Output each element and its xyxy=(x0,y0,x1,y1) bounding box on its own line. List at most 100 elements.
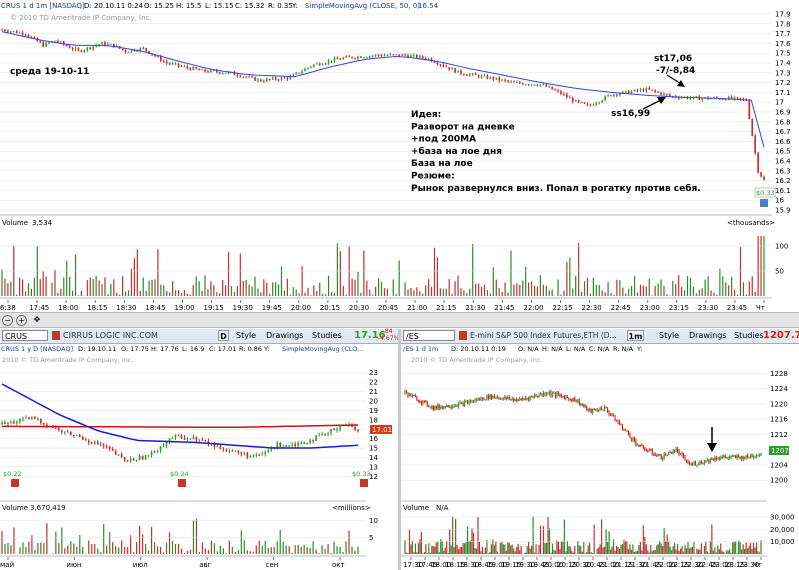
top-candle xyxy=(207,71,209,73)
zoom-out-icon[interactable]: − xyxy=(2,315,13,326)
top-candle xyxy=(736,97,739,99)
es-candle xyxy=(437,405,439,409)
es-candle xyxy=(618,422,621,425)
dly-y-tick: 23 xyxy=(369,369,378,377)
es-candle xyxy=(626,430,628,432)
top-volume-bar xyxy=(77,295,80,296)
es-studies-button[interactable]: Studies xyxy=(734,330,764,342)
top-volume-bar xyxy=(1,269,3,296)
dividend-icon[interactable] xyxy=(360,479,368,487)
daily-symbol-input[interactable]: CRUS xyxy=(2,330,48,341)
daily-studies-button[interactable]: Studies xyxy=(312,330,342,342)
daily-style-button[interactable]: Style xyxy=(236,330,256,342)
es-chart[interactable]: /ES 1 d 1m D: 20.10.11 0:19 O: N/A H: N/… xyxy=(401,344,799,570)
dly-candle xyxy=(192,436,195,439)
daily-period-button[interactable]: D xyxy=(218,330,229,341)
es-drawings-button[interactable]: Drawings xyxy=(689,330,726,342)
top-candle xyxy=(530,84,533,86)
es-candle xyxy=(687,461,689,463)
dly-volume-bar xyxy=(79,535,81,554)
top-candle xyxy=(510,81,512,83)
top-scrollbar[interactable]: − + ✥ xyxy=(0,312,799,328)
es-candle xyxy=(523,398,525,400)
top-candle xyxy=(68,46,71,49)
dly-candle xyxy=(55,427,57,429)
top-volume-bar xyxy=(710,290,712,296)
es-candle xyxy=(742,456,744,460)
dly-candle xyxy=(228,450,231,452)
es-volume-bar xyxy=(676,544,679,554)
top-candle xyxy=(410,55,412,58)
es-symbol-input[interactable]: /ES xyxy=(403,330,455,341)
top-watermark: © 2010 TD Ameritrade IP Company, Inc. xyxy=(10,14,152,22)
st-label: st17,06 xyxy=(654,54,692,64)
top-candle xyxy=(348,56,350,58)
es-volume-bar xyxy=(580,546,582,554)
es-volume-bar xyxy=(437,541,439,554)
zoom-in-icon[interactable]: + xyxy=(16,315,27,326)
dividend-label: $0.24 xyxy=(170,470,189,478)
dly-candle xyxy=(201,439,204,441)
es-candle xyxy=(650,449,652,451)
es-candle xyxy=(449,407,451,409)
es-candle xyxy=(528,398,530,400)
dly-volume-bar xyxy=(177,543,180,554)
top-volume-bar xyxy=(180,292,183,296)
es-candle xyxy=(471,400,473,403)
top-volume-bar xyxy=(692,286,694,296)
top-y-tick: 17.3 xyxy=(775,69,791,77)
top-volume-bar xyxy=(342,285,344,296)
top-volume-bar xyxy=(425,285,427,296)
dly-volume-bar xyxy=(144,543,147,554)
top-candle xyxy=(360,56,362,58)
es-volume-bar xyxy=(566,540,568,554)
top-volume-bar xyxy=(254,276,256,296)
es-volume-bar xyxy=(690,547,692,554)
es-candle xyxy=(483,397,485,400)
daily-drawings-button[interactable]: Drawings xyxy=(266,330,303,342)
es-volume-bar xyxy=(633,551,635,554)
pan-icon[interactable]: ✥ xyxy=(32,315,42,325)
top-candle xyxy=(239,75,242,78)
daily-chart[interactable]: CRUS 1 y D [NASDAQ] D: 19.10.11 O: 17.75… xyxy=(0,344,398,570)
es-candle xyxy=(553,392,555,394)
es-volume-bar xyxy=(572,552,574,554)
ss-label: ss16,99 xyxy=(611,109,650,119)
dividend-icon[interactable] xyxy=(178,479,186,487)
es-candle xyxy=(685,460,688,462)
top-chart[interactable]: CRUS 1 d 1m [NASDAQ] D: 20.10.11 0:24 O:… xyxy=(0,0,799,312)
es-candle xyxy=(450,407,452,409)
dividend-label: $0.22 xyxy=(3,470,22,478)
top-volume-bar xyxy=(607,282,609,296)
top-volume-bar xyxy=(74,254,77,296)
es-candle xyxy=(744,458,746,460)
top-candle xyxy=(557,90,559,92)
es-candle xyxy=(583,405,585,407)
dly-volume-bar xyxy=(103,523,105,554)
top-y-tick: 17.6 xyxy=(775,40,791,48)
top-volume-bar xyxy=(625,293,627,296)
es-style-button[interactable]: Style xyxy=(659,330,679,342)
top-y-tick: 17.1 xyxy=(775,89,791,97)
top-volume-bar xyxy=(713,292,715,296)
es-volume-bar xyxy=(429,552,431,554)
es-period-button[interactable]: 1m xyxy=(627,330,644,341)
dividend-icon[interactable] xyxy=(11,479,19,487)
dly-candle xyxy=(72,435,75,437)
top-volume-bar xyxy=(327,275,330,296)
es-candle xyxy=(554,392,556,397)
top-volume-bar xyxy=(80,290,83,296)
top-y-tick: 16.2 xyxy=(775,177,791,185)
top-candle xyxy=(607,95,609,97)
top-candle xyxy=(127,51,130,53)
es-candle xyxy=(681,453,683,455)
dly-candle xyxy=(294,444,296,446)
event-icon[interactable] xyxy=(760,199,768,207)
top-high: H: 15.5 xyxy=(176,2,201,10)
top-candle xyxy=(277,79,280,81)
es-candle xyxy=(641,444,643,446)
idea-note-line: База на лое xyxy=(411,159,473,169)
panel-divider[interactable] xyxy=(398,329,401,570)
dly-volume-bar xyxy=(318,552,320,554)
es-candle xyxy=(726,457,728,459)
